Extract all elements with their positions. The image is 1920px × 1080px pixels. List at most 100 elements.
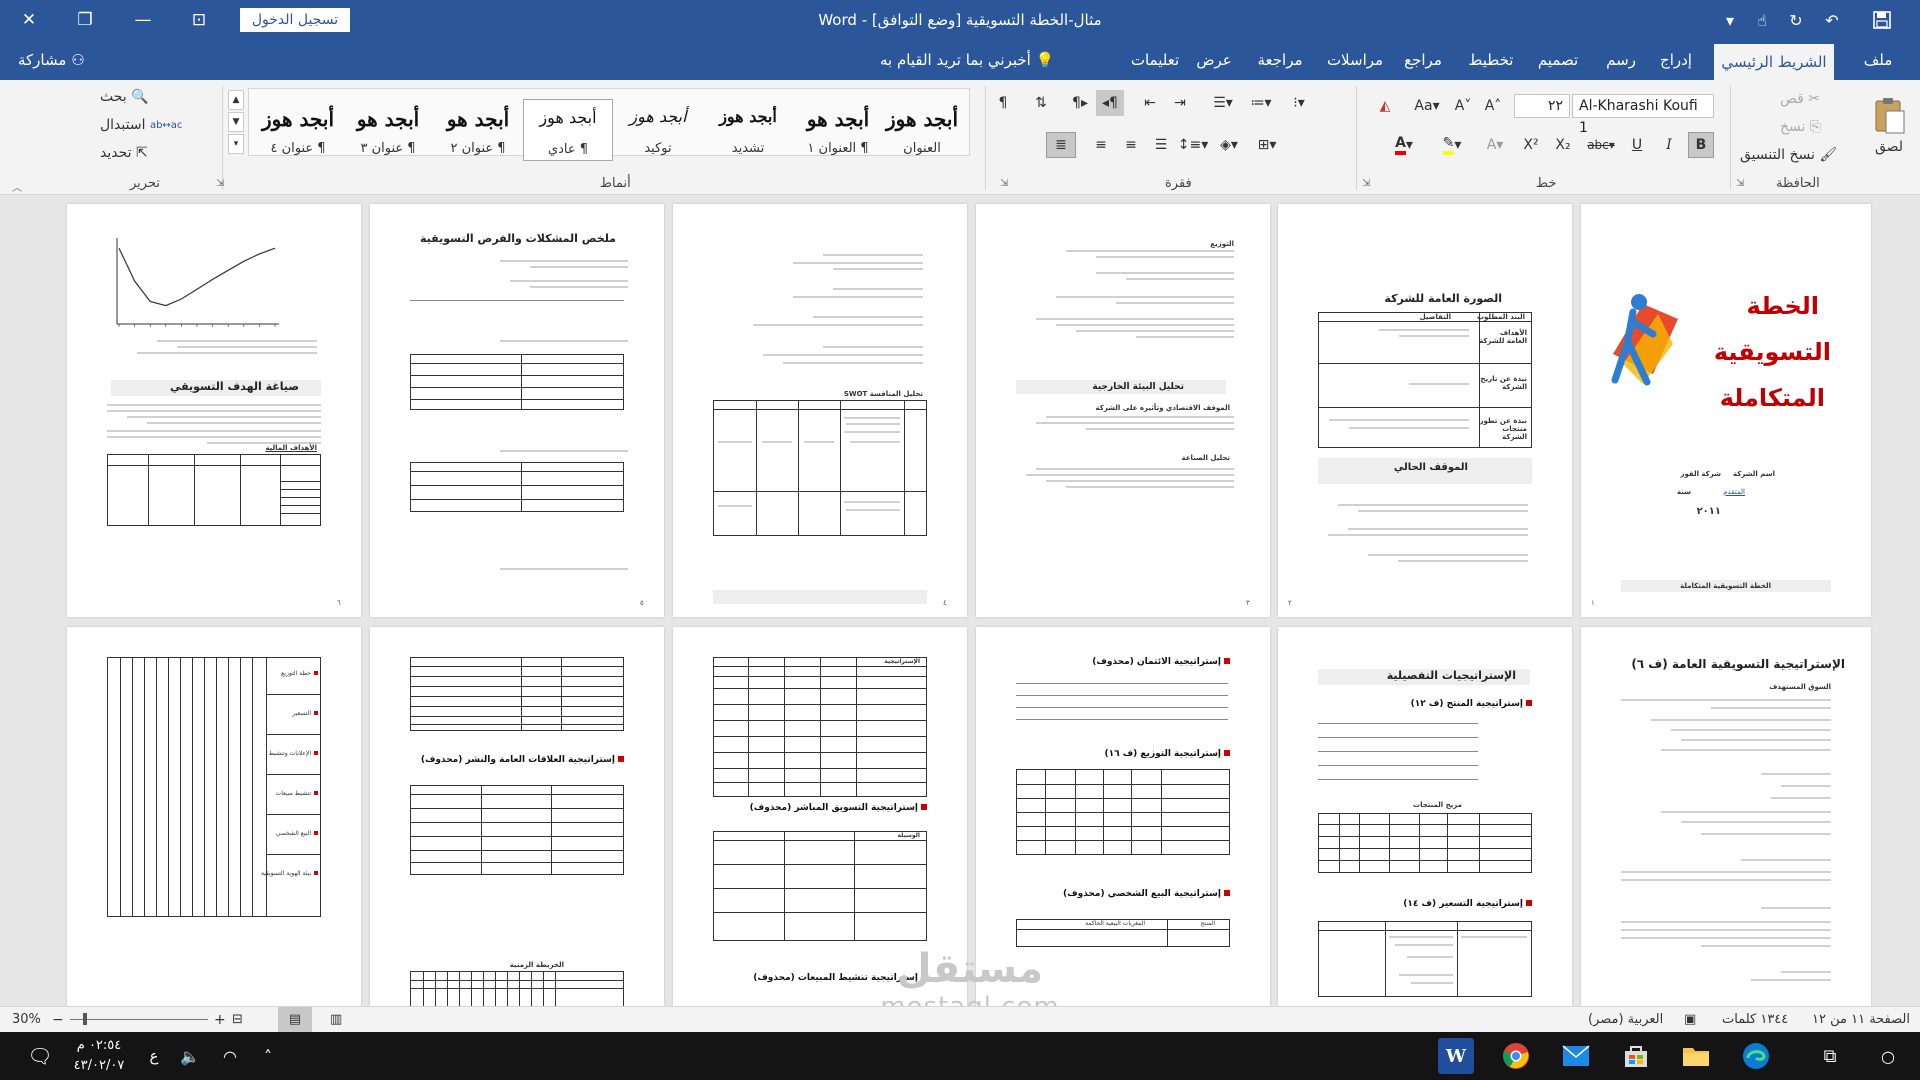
- copy-button[interactable]: ⎘ نسخ: [1780, 116, 1856, 138]
- zoom-slider[interactable]: [70, 1013, 208, 1025]
- edge-taskbar-button[interactable]: [1738, 1038, 1774, 1074]
- tab-mailings[interactable]: مراسلات: [1322, 40, 1388, 80]
- justify-button[interactable]: ☰: [1148, 132, 1174, 158]
- find-button[interactable]: 🔍 بحث: [100, 86, 204, 108]
- store-taskbar-button[interactable]: [1618, 1038, 1654, 1074]
- word-count[interactable]: ١٣٤٤ كلمات: [1722, 1007, 1788, 1033]
- numbering-button[interactable]: ≔▾: [1244, 90, 1278, 116]
- touch-mode-button[interactable]: ☝: [1748, 0, 1776, 40]
- show-hidden-icons-button[interactable]: ˄: [250, 1038, 286, 1074]
- styles-scroll-down[interactable]: ▼: [228, 112, 244, 132]
- style-heading-3[interactable]: أبجد هو ¶ عنوان ٣: [343, 99, 433, 161]
- page-11[interactable]: إستراتيجية العلاقات العامة والنشر (محذوف…: [370, 627, 664, 1006]
- font-dialog-launcher[interactable]: ⇲: [1362, 178, 1370, 189]
- search-taskbar-button[interactable]: ○: [1870, 1038, 1906, 1074]
- tab-design[interactable]: تصميم: [1530, 40, 1586, 80]
- ribbon-display-options-button[interactable]: ⊡: [176, 0, 222, 40]
- style-heading-4[interactable]: أبجد هوز ¶ عنوان ٤: [253, 99, 343, 161]
- italic-button[interactable]: I: [1656, 132, 1682, 158]
- style-normal[interactable]: أبجد هوز ¶ عادي: [523, 99, 613, 161]
- minimize-button[interactable]: —: [120, 0, 166, 40]
- multilevel-list-button[interactable]: ☰▾: [1206, 90, 1240, 116]
- page-12[interactable]: خطة التوزيع التسعير الإعلانات وتنشيط تنش…: [67, 627, 361, 1006]
- explorer-taskbar-button[interactable]: [1678, 1038, 1714, 1074]
- increase-indent-button[interactable]: ⇥: [1166, 90, 1194, 116]
- share-button[interactable]: ⚇ مشاركة: [18, 40, 85, 80]
- highlight-button[interactable]: ✎ ▾: [1432, 132, 1472, 158]
- page-4[interactable]: تحليل المنافسة SWOT ٤: [673, 204, 967, 617]
- print-layout-button[interactable]: ▤: [278, 1007, 312, 1033]
- bold-button[interactable]: B: [1688, 132, 1714, 158]
- document-area[interactable]: الخطة التسويقية المتكاملة اسم الشركة شرك…: [0, 196, 1920, 1006]
- decrease-indent-button[interactable]: ⇤: [1136, 90, 1164, 116]
- strikethrough-button[interactable]: abc▾: [1584, 132, 1618, 158]
- font-size-combo[interactable]: ٢٢: [1514, 94, 1570, 118]
- network-button[interactable]: ◠: [212, 1038, 248, 1074]
- task-view-button[interactable]: ⧉: [1812, 1038, 1848, 1074]
- tab-references[interactable]: مراجع: [1396, 40, 1450, 80]
- replace-button[interactable]: ab↔ac استبدال: [100, 114, 204, 136]
- align-right-button[interactable]: ≣: [1046, 132, 1076, 158]
- redo-button[interactable]: ↻: [1782, 0, 1810, 40]
- format-painter-button[interactable]: 🖌 نسخ التنسيق: [1740, 144, 1856, 166]
- clipboard-dialog-launcher[interactable]: ⇲: [1736, 178, 1744, 189]
- align-center-button[interactable]: ≡: [1088, 132, 1114, 158]
- page-5[interactable]: ملخص المشكلات والفرص التسويقية ٥: [370, 204, 664, 617]
- underline-button[interactable]: U: [1624, 132, 1650, 158]
- page-7[interactable]: الإستراتيجية التسويقية العامة (ف ٦) السو…: [1581, 627, 1871, 1006]
- zoom-percent[interactable]: 30%: [12, 1007, 41, 1033]
- paragraph-dialog-launcher[interactable]: ⇲: [1000, 178, 1008, 189]
- shading-button[interactable]: ◈▾: [1212, 132, 1246, 158]
- proofing-button[interactable]: ▣: [1684, 1007, 1696, 1033]
- ltr-button[interactable]: ¶▸: [1066, 90, 1094, 116]
- page-1[interactable]: الخطة التسويقية المتكاملة اسم الشركة شرك…: [1581, 204, 1871, 617]
- styles-scroll-up[interactable]: ▲: [228, 90, 244, 110]
- show-marks-button[interactable]: ¶: [990, 90, 1016, 116]
- tab-insert[interactable]: إدراج: [1652, 40, 1700, 80]
- signin-button[interactable]: تسجيل الدخول: [240, 8, 350, 32]
- change-case-button[interactable]: Aa▾: [1410, 94, 1444, 118]
- close-button[interactable]: ✕: [6, 0, 52, 40]
- zoom-slider-thumb[interactable]: [83, 1013, 88, 1025]
- undo-button[interactable]: ↶: [1818, 0, 1846, 40]
- paste-button[interactable]: لصق: [1864, 86, 1914, 166]
- subscript-button[interactable]: X₂: [1550, 132, 1576, 158]
- text-effects-button[interactable]: A▾: [1478, 132, 1512, 158]
- web-layout-button[interactable]: ⊟: [232, 1007, 243, 1033]
- tab-draw[interactable]: رسم: [1600, 40, 1642, 80]
- font-name-combo[interactable]: Al-Kharashi Koufi 1: [1572, 94, 1714, 136]
- tab-file[interactable]: ملف: [1852, 40, 1904, 80]
- zoom-in-button[interactable]: +: [214, 1007, 226, 1033]
- tab-review[interactable]: مراجعة: [1250, 40, 1310, 80]
- style-heading-2[interactable]: أبجد هو ¶ عنوان ٢: [433, 99, 523, 161]
- save-button[interactable]: [1868, 0, 1896, 40]
- word-taskbar-button[interactable]: W: [1438, 1038, 1474, 1074]
- bullets-button[interactable]: ⁝▾: [1282, 90, 1316, 116]
- chrome-taskbar-button[interactable]: [1498, 1038, 1534, 1074]
- tab-view[interactable]: عرض: [1190, 40, 1238, 80]
- page-indicator[interactable]: الصفحة ١١ من ١٢: [1812, 1007, 1910, 1033]
- clear-formatting-button[interactable]: ◭: [1370, 94, 1400, 118]
- style-heading-1[interactable]: أبجد هو ¶ العنوان ١: [793, 99, 883, 161]
- input-language-button[interactable]: ع: [136, 1038, 172, 1074]
- cut-button[interactable]: ✂ قص: [1780, 88, 1856, 110]
- select-button[interactable]: ⇱ تحديد: [100, 142, 204, 164]
- align-left-button[interactable]: ≡: [1118, 132, 1144, 158]
- borders-button[interactable]: ⊞▾: [1250, 132, 1284, 158]
- zoom-out-button[interactable]: −: [52, 1007, 64, 1033]
- rtl-button[interactable]: ◂¶: [1096, 90, 1124, 116]
- style-title[interactable]: أبجد هوز العنوان: [877, 99, 967, 161]
- grow-font-button[interactable]: A˄: [1480, 94, 1506, 118]
- styles-dialog-launcher[interactable]: ⇲: [216, 178, 224, 189]
- font-color-button[interactable]: A ▾: [1384, 132, 1424, 158]
- sort-button[interactable]: ⇅: [1026, 90, 1056, 116]
- page-6[interactable]: صياغة الهدف التسويقي الأهداف المالية ٦: [67, 204, 361, 617]
- collapse-ribbon-button[interactable]: ︿: [12, 179, 22, 194]
- clock[interactable]: ٠٢:٥٤ م ٤٣/٠٢/٠٧: [64, 1036, 134, 1076]
- style-emphasis[interactable]: أبجد هوز توكيد: [613, 99, 703, 161]
- page-8[interactable]: الإستراتيجيات التفصيلية إستراتيجية المنت…: [1278, 627, 1572, 1006]
- language-indicator[interactable]: العربية (مصر): [1588, 1007, 1663, 1033]
- tab-home[interactable]: الشريط الرئيسي: [1714, 44, 1834, 80]
- styles-more[interactable]: ▾: [228, 134, 244, 154]
- page-2[interactable]: الصورة العامة للشركة البند المطلوب التفا…: [1278, 204, 1572, 617]
